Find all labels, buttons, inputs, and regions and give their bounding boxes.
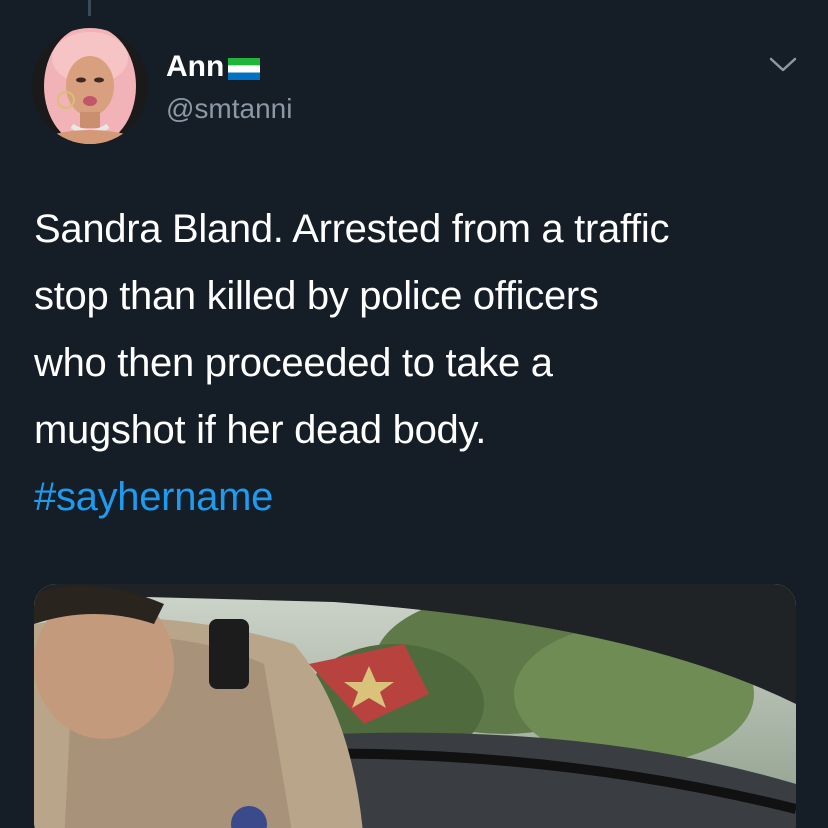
tweet-text-line: mugshot if her dead body. (34, 408, 487, 452)
tweet-text: Sandra Bland. Arrested from a traffic st… (34, 196, 804, 531)
tweet-text-line: who then proceeded to take a (34, 341, 553, 385)
tweet-screen: Ann @smtanni Sandra Bland. Arrested from… (0, 0, 828, 828)
sierra-leone-flag-icon (228, 58, 261, 80)
user-handle[interactable]: @smtanni (166, 92, 292, 126)
hashtag-link[interactable]: #sayhername (34, 464, 804, 531)
display-name[interactable]: Ann (166, 50, 224, 84)
tweet-text-line: Sandra Bland. Arrested from a traffic (34, 207, 670, 251)
tweet-header: Ann @smtanni (166, 50, 292, 126)
chevron-down-icon[interactable] (768, 54, 798, 76)
thread-connector-line (88, 0, 91, 16)
tweet-text-line: stop than killed by police officers (34, 274, 599, 318)
avatar[interactable] (32, 28, 148, 144)
tweet-media-image[interactable] (34, 584, 796, 828)
display-name-row: Ann (166, 50, 292, 84)
